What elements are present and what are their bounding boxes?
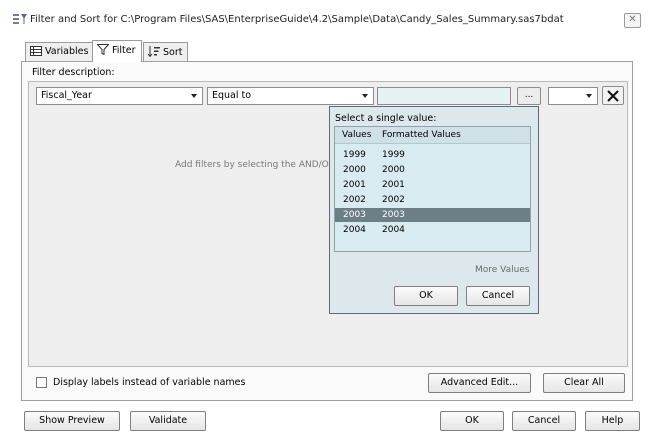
formatted-value-cell: 2002 (382, 195, 405, 205)
tab-variables-label: Variables (45, 46, 89, 57)
variable-select-value: Fiscal_Year (41, 90, 92, 101)
value-cell: 2000 (343, 165, 366, 175)
value-cell: 2003 (343, 210, 366, 220)
formatted-value-cell: 2001 (382, 180, 405, 190)
filter-sort-app-icon (13, 13, 27, 25)
list-item[interactable]: 2004 2004 (335, 223, 530, 237)
display-labels-checkbox[interactable] (36, 377, 47, 388)
popup-ok-button[interactable]: OK (394, 286, 458, 306)
chevron-down-icon (191, 94, 197, 98)
tab-sort-label: Sort (163, 47, 183, 58)
list-item[interactable]: 2002 2002 (335, 193, 530, 207)
popup-title: Select a single value: (335, 113, 437, 124)
formatted-value-cell: 2003 (382, 210, 405, 220)
tab-filter[interactable]: Filter (92, 40, 142, 62)
remove-filter-button[interactable] (602, 86, 624, 105)
variable-select[interactable]: Fiscal_Year (36, 87, 203, 105)
validate-button[interactable]: Validate (130, 411, 206, 431)
tab-filter-label: Filter (112, 45, 136, 56)
operator-select[interactable]: Equal to (207, 87, 374, 105)
popup-cancel-button[interactable]: Cancel (466, 286, 530, 306)
close-button[interactable]: ✕ (624, 13, 641, 28)
value-cell: 1999 (343, 150, 366, 160)
chevron-down-icon (362, 94, 368, 98)
formatted-value-cell: 1999 (382, 150, 405, 160)
values-list-header: Values Formatted Values (335, 127, 530, 144)
variables-icon (30, 46, 42, 56)
value-cell: 2004 (343, 225, 366, 235)
advanced-edit-button[interactable]: Advanced Edit... (428, 373, 531, 393)
sort-icon (147, 46, 160, 58)
column-header-formatted-values[interactable]: Formatted Values (382, 130, 461, 140)
show-preview-button[interactable]: Show Preview (24, 411, 120, 431)
tab-variables[interactable]: Variables (25, 42, 95, 61)
values-list[interactable]: Values Formatted Values 1999 1999 2000 2… (334, 126, 531, 252)
add-filter-hint: Add filters by selecting the AND/OR (175, 160, 336, 170)
filter-value-input[interactable] (377, 87, 511, 105)
ok-button[interactable]: OK (440, 411, 504, 431)
help-button[interactable]: Help (585, 411, 640, 431)
value-cell: 2001 (343, 180, 366, 190)
cancel-button[interactable]: Cancel (512, 411, 576, 431)
list-item[interactable]: 2000 2000 (335, 163, 530, 177)
close-icon: ✕ (628, 14, 637, 25)
formatted-value-cell: 2004 (382, 225, 405, 235)
window-title: Filter and Sort for C:\Program Files\SAS… (30, 14, 564, 25)
column-header-values[interactable]: Values (342, 130, 371, 140)
list-item-selected[interactable]: 2003 2003 (335, 208, 530, 222)
filter-icon (96, 44, 110, 56)
tab-sort[interactable]: Sort (143, 42, 189, 61)
operator-select-value: Equal to (212, 90, 252, 101)
and-or-connector-select[interactable] (548, 87, 598, 105)
chevron-down-icon (586, 94, 592, 98)
select-value-button[interactable]: ... (517, 87, 541, 105)
delete-x-icon (607, 90, 619, 102)
clear-all-button[interactable]: Clear All (543, 373, 625, 393)
value-cell: 2002 (343, 195, 366, 205)
list-item[interactable]: 1999 1999 (335, 148, 530, 162)
more-values-link[interactable]: More Values (475, 265, 530, 275)
display-labels-label: Display labels instead of variable names (53, 377, 246, 388)
formatted-value-cell: 2000 (382, 165, 405, 175)
list-item[interactable]: 2001 2001 (335, 178, 530, 192)
filter-description-label: Filter description: (32, 67, 115, 78)
